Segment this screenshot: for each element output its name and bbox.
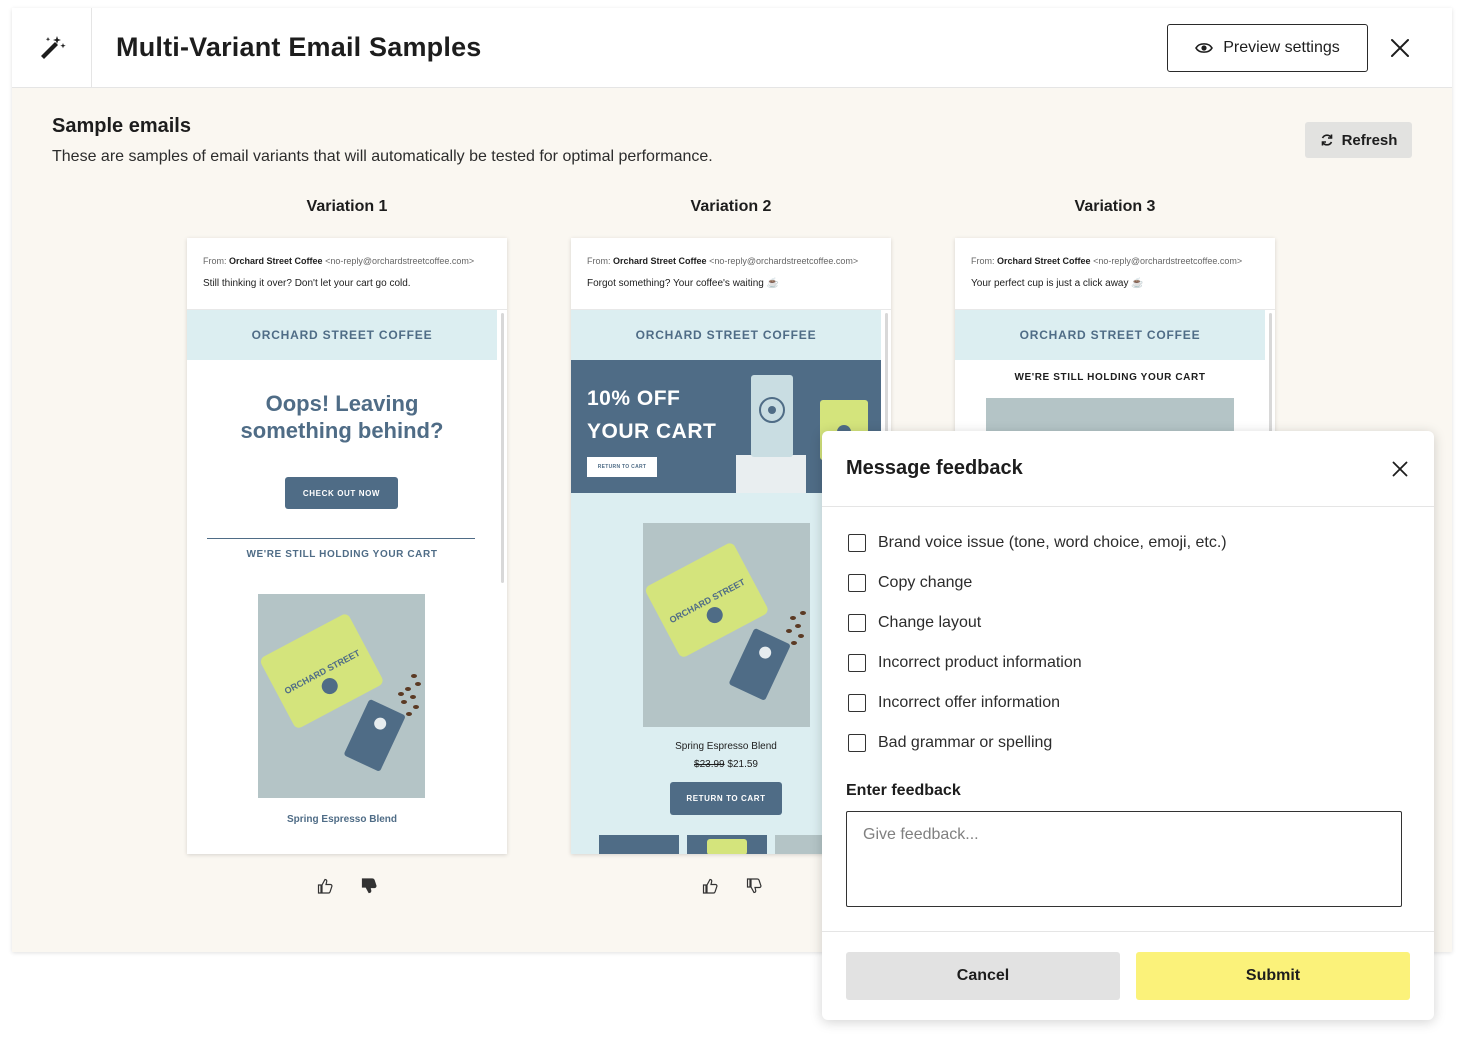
email-subject: Still thinking it over? Don't let your c… [203, 278, 411, 289]
refresh-label: Refresh [1341, 131, 1398, 149]
option-brand-voice[interactable]: Brand voice issue (tone, word choice, em… [848, 531, 1227, 555]
checkbox[interactable] [848, 654, 866, 672]
close-icon [1391, 39, 1409, 57]
section-description: These are samples of email variants that… [52, 148, 713, 165]
checkbox[interactable] [848, 614, 866, 632]
email-scrollbar[interactable] [501, 313, 504, 583]
promo-headline: 10% OFF YOUR CART [587, 387, 717, 443]
option-bad-grammar[interactable]: Bad grammar or spelling [848, 731, 1052, 755]
option-label: Incorrect product information [878, 654, 1082, 671]
option-incorrect-offer[interactable]: Incorrect offer information [848, 691, 1060, 715]
option-copy-change[interactable]: Copy change [848, 571, 972, 595]
email-header: From: Orchard Street Coffee <no-reply@or… [571, 238, 891, 310]
checkbox[interactable] [848, 574, 866, 592]
email-subject: Forgot something? Your coffee's waiting … [587, 278, 780, 289]
divider [207, 538, 475, 539]
email-from: From: Orchard Street Coffee <no-reply@or… [587, 256, 859, 266]
variation-1-label: Variation 1 [306, 198, 388, 215]
related-product-thumb [687, 835, 767, 854]
checkbox[interactable] [848, 734, 866, 752]
modal-close-button[interactable] [1389, 458, 1411, 480]
email-subject: Your perfect cup is just a click away ☕ [971, 278, 1144, 289]
variation-1-feedback-thumbs [317, 878, 377, 894]
checkbox[interactable] [848, 694, 866, 712]
brand-banner: ORCHARD STREET COFFEE [955, 310, 1265, 360]
preview-settings-button[interactable]: Preview settings [1167, 24, 1368, 72]
feedback-label: Enter feedback [846, 782, 961, 799]
header-bar: Multi-Variant Email Samples Preview sett… [12, 8, 1452, 88]
page-title: Multi-Variant Email Samples [116, 32, 482, 62]
related-product-thumb [599, 835, 679, 854]
option-label: Bad grammar or spelling [878, 734, 1053, 751]
option-change-layout[interactable]: Change layout [848, 611, 981, 635]
holding-cart-text: WE'RE STILL HOLDING YOUR CART [1014, 372, 1206, 383]
brand-banner: ORCHARD STREET COFFEE [187, 310, 497, 360]
cancel-button[interactable]: Cancel [846, 952, 1120, 1000]
new-price: $21.59 [727, 759, 758, 770]
holding-cart-text: WE'RE STILL HOLDING YOUR CART [246, 549, 438, 560]
option-label: Brand voice issue (tone, word choice, em… [878, 534, 1227, 551]
promo-return-to-cart-button[interactable]: RETURN TO CART [587, 457, 657, 477]
variation-2-label: Variation 2 [690, 198, 772, 215]
checkbox[interactable] [848, 534, 866, 552]
option-label: Copy change [878, 574, 973, 591]
hero-headline: Oops! Leaving something behind? [240, 391, 444, 443]
return-to-cart-button[interactable]: RETURN TO CART [670, 782, 782, 815]
variation-1-email-card[interactable]: From: Orchard Street Coffee <no-reply@or… [187, 238, 507, 854]
variation-3-label: Variation 3 [1074, 198, 1156, 215]
check-out-now-button[interactable]: CHECK OUT NOW [285, 477, 398, 509]
submit-button[interactable]: Submit [1136, 952, 1410, 1000]
modal-divider [822, 506, 1434, 507]
close-button[interactable] [1386, 34, 1414, 62]
product-name: Spring Espresso Blend [286, 814, 398, 825]
option-label: Incorrect offer information [878, 694, 1061, 711]
email-from: From: Orchard Street Coffee <no-reply@or… [971, 256, 1243, 266]
modal-footer-divider [822, 931, 1434, 932]
wand-icon-box [12, 8, 92, 88]
thumbs-up-icon[interactable] [702, 878, 718, 894]
product-image: ORCHARD STREET [258, 594, 425, 798]
thumbs-down-icon[interactable] [361, 878, 377, 894]
refresh-button[interactable]: Refresh [1305, 122, 1412, 158]
feedback-input[interactable] [846, 811, 1402, 907]
email-header: From: Orchard Street Coffee <no-reply@or… [955, 238, 1275, 310]
option-label: Change layout [878, 614, 982, 631]
modal-title: Message feedback [846, 457, 1023, 479]
old-price: $23.99 [694, 759, 725, 770]
refresh-icon [1321, 134, 1332, 146]
eye-icon [1195, 43, 1214, 53]
section-title: Sample emails [52, 115, 191, 137]
message-feedback-modal: Message feedback Brand voice issue (tone… [822, 431, 1434, 1020]
email-from: From: Orchard Street Coffee <no-reply@or… [203, 256, 475, 266]
brand-banner: ORCHARD STREET COFFEE [571, 310, 881, 360]
variation-2-feedback-thumbs [702, 878, 762, 894]
option-incorrect-product[interactable]: Incorrect product information [848, 651, 1082, 675]
thumbs-up-icon[interactable] [317, 878, 333, 894]
thumbs-down-icon[interactable] [746, 878, 762, 894]
magic-wand-icon [40, 36, 66, 59]
close-icon [1392, 461, 1408, 477]
product-image: ORCHARD STREET [643, 523, 810, 727]
email-header: From: Orchard Street Coffee <no-reply@or… [187, 238, 507, 310]
preview-settings-label: Preview settings [1223, 39, 1340, 56]
